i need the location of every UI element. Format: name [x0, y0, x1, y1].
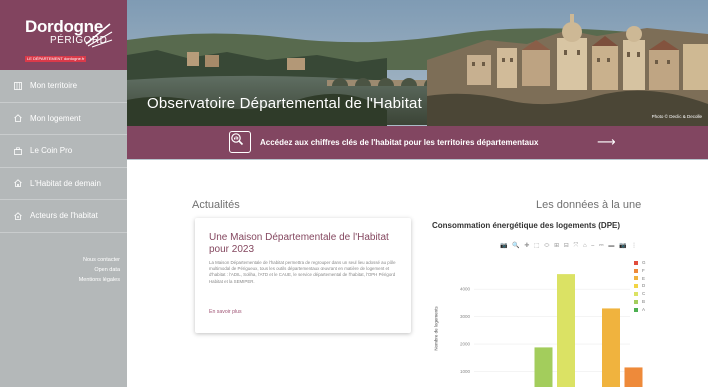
legend-label: A: [642, 306, 646, 312]
legend-label: E: [642, 275, 646, 281]
news-card[interactable]: Une Maison Départementale de l'Habitat p…: [195, 218, 411, 333]
sidebar-item-coin-pro[interactable]: Le Coin Pro: [0, 135, 127, 168]
sidebar-item-label: Mon logement: [30, 113, 81, 123]
briefcase-icon: [14, 147, 22, 155]
legend-item-G[interactable]: G: [634, 259, 646, 267]
legend-item-C[interactable]: C: [634, 290, 646, 298]
y-tick-label: 3000: [460, 314, 471, 319]
photo-credit: Photo © Declic & Decolle: [651, 114, 702, 119]
bar-C[interactable]: [557, 274, 575, 387]
link-open-data[interactable]: Open data: [0, 265, 120, 275]
sidebar-item-label: Le Coin Pro: [30, 146, 73, 156]
sidebar-item-habitat-demain[interactable]: L'Habitat de demain: [0, 168, 127, 200]
legend-item-D[interactable]: D: [634, 282, 646, 290]
map-icon: [14, 81, 22, 90]
news-section-title: Actualités: [192, 199, 240, 211]
page-title: Observatoire Départemental de l'Habitat: [147, 95, 422, 112]
arrow-right-icon: ⟶: [597, 134, 616, 149]
read-more-link[interactable]: En savoir plus: [209, 309, 242, 315]
legend-swatch: [634, 292, 638, 297]
magnifier-chart-icon: [229, 131, 251, 153]
page: Dordogne PÉRIGORD LE DÉPARTEMENT dordogn…: [0, 0, 708, 387]
legend-item-A[interactable]: A: [634, 306, 646, 314]
link-contact[interactable]: Nous contacter: [0, 255, 120, 265]
bar-E[interactable]: [602, 308, 620, 387]
legend-label: F: [642, 267, 645, 273]
link-mentions-legales[interactable]: Mentions légales: [0, 275, 120, 285]
people-home-icon: [14, 212, 22, 220]
data-section-title: Les données à la une: [536, 199, 642, 211]
key-figures-banner[interactable]: Accédez aux chiffres clés de l'habitat p…: [127, 126, 708, 159]
sidebar-item-label: L'Habitat de demain: [30, 178, 101, 188]
y-tick-label: 1000: [460, 369, 471, 374]
legend-swatch: [634, 268, 638, 273]
news-card-title[interactable]: Une Maison Départementale de l'Habitat p…: [209, 232, 389, 256]
hero: Observatoire Départemental de l'Habitat …: [127, 0, 708, 160]
sidebar-item-label: Mon territoire: [30, 81, 78, 91]
bar-B[interactable]: [534, 347, 553, 387]
sidebar: Dordogne PÉRIGORD LE DÉPARTEMENT dordogn…: [0, 0, 127, 387]
legend-swatch: [634, 260, 638, 265]
legend-swatch: [634, 307, 638, 312]
home-icon: [14, 114, 22, 123]
sidebar-item-label: Acteurs de l'habitat: [30, 211, 98, 221]
dpe-chart: Consommation énergétique des logements (…: [430, 218, 655, 387]
legend-label: D: [642, 283, 646, 289]
legend-label: B: [642, 298, 646, 304]
news-card-body: La Maison Départementale de l'habitat pe…: [209, 260, 396, 284]
legend-label: G: [642, 260, 646, 265]
legend-item-E[interactable]: E: [634, 275, 646, 283]
y-tick-label: 2000: [460, 342, 471, 347]
logo-line3: LE DÉPARTEMENT dordogne.fr: [25, 56, 87, 62]
sidebar-item-mon-logement[interactable]: Mon logement: [0, 103, 127, 135]
logo[interactable]: Dordogne PÉRIGORD LE DÉPARTEMENT dordogn…: [0, 0, 127, 70]
legend-swatch: [634, 284, 638, 289]
legend-swatch: [634, 276, 638, 281]
y-tick-label: 4000: [460, 287, 471, 292]
banner-text: Accédez aux chiffres clés de l'habitat p…: [260, 138, 539, 147]
bar-F[interactable]: [624, 367, 643, 387]
chart-plot: 1000 2000 3000 4000: [460, 274, 643, 387]
legend-swatch: [634, 299, 638, 304]
sidebar-item-mon-territoire[interactable]: Mon territoire: [0, 70, 127, 103]
legend-label: C: [642, 291, 646, 297]
house-future-icon: [14, 179, 22, 188]
sidebar-item-acteurs[interactable]: Acteurs de l'habitat: [0, 200, 127, 233]
logo-swoosh-icon: [85, 23, 113, 48]
chart-legend[interactable]: GFEDCBA: [634, 259, 646, 314]
sidebar-links: Nous contacter Open data Mentions légale…: [0, 233, 127, 285]
legend-item-B[interactable]: B: [634, 298, 646, 306]
legend-item-F[interactable]: F: [634, 267, 646, 275]
